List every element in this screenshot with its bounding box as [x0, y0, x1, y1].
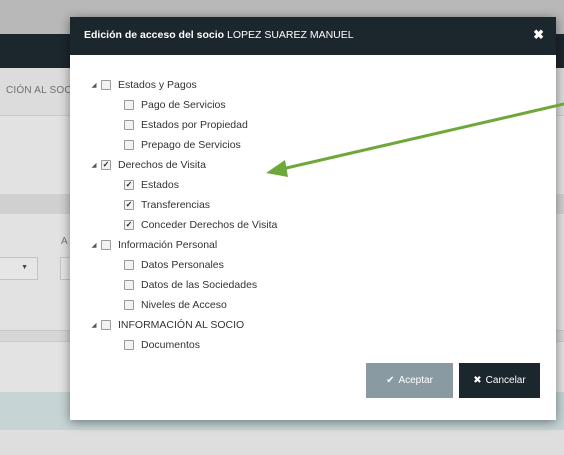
permission-label: Niveles de Acceso [141, 299, 227, 311]
accept-button[interactable]: ✔ Aceptar [366, 363, 453, 398]
background-footer [0, 430, 564, 455]
permission-label: Documentos [141, 339, 200, 351]
access-edit-modal: Edición de acceso del socio LOPEZ SUAREZ… [70, 17, 556, 420]
permission-label: Transferencias [141, 199, 211, 211]
permission-label: Derechos de Visita [118, 159, 206, 171]
permission-label: Pago de Servicios [141, 99, 226, 111]
permission-checkbox[interactable] [124, 280, 134, 290]
permission-checkbox[interactable]: ✓ [124, 220, 134, 230]
permission-label: Conceder Derechos de Visita [141, 219, 278, 231]
check-icon: ✔ [386, 375, 395, 386]
modal-title-member-name: LOPEZ SUAREZ MANUEL [226, 29, 354, 41]
tree-node-informacion-personal: ◢ Información Personal [90, 237, 218, 253]
checkmark-icon: ✓ [125, 220, 133, 229]
tree-node-documentos: Documentos [113, 337, 200, 353]
permission-label: Estados por Propiedad [141, 119, 248, 131]
permission-checkbox[interactable] [124, 100, 134, 110]
modal-header: Edición de acceso del socio LOPEZ SUAREZ… [70, 17, 556, 55]
permission-checkbox[interactable]: ✓ [124, 180, 134, 190]
times-icon: ✖ [473, 375, 482, 386]
expand-toggle-icon[interactable]: ◢ [90, 321, 98, 329]
modal-title: Edición de acceso del socio LOPEZ SUAREZ… [84, 29, 354, 41]
permission-checkbox[interactable] [101, 240, 111, 250]
expand-toggle-icon[interactable]: ◢ [90, 81, 98, 89]
permission-label: Datos de las Sociedades [141, 279, 258, 291]
tree-node-pago-de-servicios: Pago de Servicios [113, 97, 226, 113]
tree-node-datos-de-las-sociedades: Datos de las Sociedades [113, 277, 257, 293]
caret-down-icon: ▼ [21, 264, 28, 271]
permission-label: INFORMACIÓN AL SOCIO [118, 319, 245, 331]
tree-node-prepago-de-servicios: Prepago de Servicios [113, 137, 241, 153]
tree-node-datos-personales: Datos Personales [113, 257, 224, 273]
checkmark-icon: ✓ [102, 160, 110, 169]
permission-checkbox[interactable]: ✓ [101, 160, 111, 170]
tree-node-derechos-de-visita: ◢ ✓ Derechos de Visita [90, 157, 206, 173]
permission-checkbox[interactable] [124, 140, 134, 150]
close-icon[interactable]: ✖ [533, 27, 544, 43]
tree-node-estados-y-pagos: ◢ Estados y Pagos [90, 77, 197, 93]
permission-checkbox[interactable] [124, 260, 134, 270]
tree-node-estados-por-propiedad: Estados por Propiedad [113, 117, 248, 133]
permission-checkbox[interactable] [124, 300, 134, 310]
permission-checkbox[interactable] [124, 340, 134, 350]
checkmark-icon: ✓ [125, 200, 133, 209]
accept-button-label: Aceptar [398, 375, 433, 386]
permission-checkbox[interactable] [124, 120, 134, 130]
tree-node-informacion-al-socio: ◢ INFORMACIÓN AL SOCIO [90, 317, 245, 333]
tree-node-estados: ✓ Estados [113, 177, 179, 193]
tree-node-niveles-de-acceso: Niveles de Acceso [113, 297, 227, 313]
permission-checkbox[interactable] [101, 80, 111, 90]
expand-toggle-icon[interactable]: ◢ [90, 241, 98, 249]
checkmark-icon: ✓ [125, 180, 133, 189]
modal-title-prefix: Edición de acceso del socio [84, 29, 225, 41]
permission-checkbox[interactable] [101, 320, 111, 330]
background-field-label: A [61, 236, 68, 247]
permission-label: Datos Personales [141, 259, 224, 271]
cancel-button-label: Cancelar [485, 375, 526, 386]
permission-label: Prepago de Servicios [141, 139, 241, 151]
permission-label: Estados y Pagos [118, 79, 197, 91]
background-select: ▼ [0, 257, 38, 280]
permission-label: Estados [141, 179, 179, 191]
expand-toggle-icon[interactable]: ◢ [90, 161, 98, 169]
tree-node-conceder-derechos-de-visita: ✓ Conceder Derechos de Visita [113, 217, 277, 233]
cancel-button[interactable]: ✖ Cancelar [459, 363, 540, 398]
tree-node-transferencias: ✓ Transferencias [113, 197, 210, 213]
permission-label: Información Personal [118, 239, 218, 251]
permission-checkbox[interactable]: ✓ [124, 200, 134, 210]
